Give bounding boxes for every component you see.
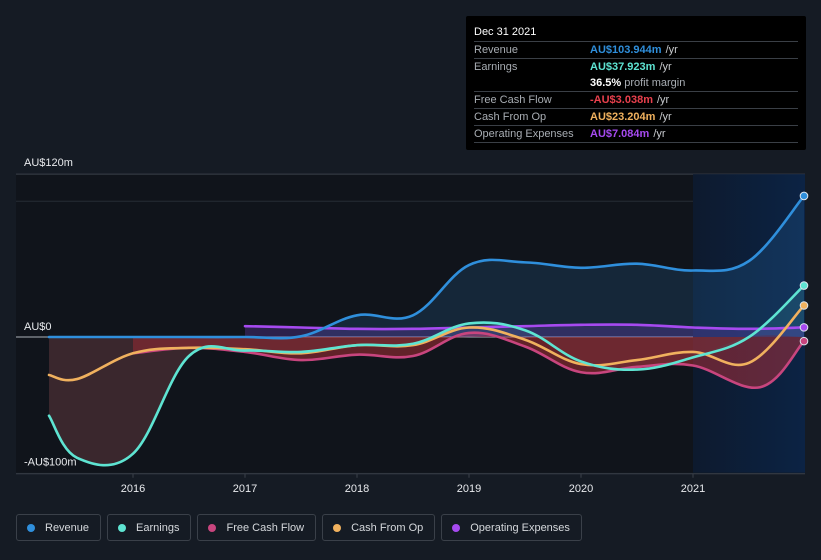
legend-label: Operating Expenses <box>470 521 570 534</box>
tooltip-unit: /yr <box>665 44 678 56</box>
legend-item-earnings[interactable]: Earnings <box>107 514 192 541</box>
tooltip-unit: /yr <box>659 111 672 123</box>
profit-margin-value: 36.5% <box>590 77 622 89</box>
x-tick-label: 2019 <box>457 483 481 495</box>
legend-item-operating-expenses[interactable]: Operating Expenses <box>441 514 582 541</box>
y-tick-label: AU$120m <box>24 157 73 169</box>
legend-dot-icon <box>333 523 342 532</box>
legend-label: Cash From Op <box>351 521 424 534</box>
tooltip-value: AU$103.944m <box>590 44 662 56</box>
legend-label: Earnings <box>136 521 180 534</box>
tooltip-date: Dec 31 2021 <box>474 24 798 42</box>
tooltip-label: Free Cash Flow <box>474 94 552 106</box>
y-tick-label: -AU$100m <box>24 457 77 469</box>
tooltip-unit: /yr <box>659 61 672 73</box>
legend-dot-icon <box>27 523 35 532</box>
legend-dot-icon <box>208 523 217 532</box>
legend-dot-icon <box>118 523 127 532</box>
profit-margin-text: profit margin <box>624 77 686 89</box>
x-tick-label: 2017 <box>233 483 257 495</box>
endpoint-dot-free-cash-flow <box>799 336 809 346</box>
tooltip-row-cfo: Cash From Op AU$23.204m /yr <box>474 109 798 126</box>
endpoint-dot-revenue <box>799 191 809 201</box>
x-tick-label: 2018 <box>345 483 369 495</box>
tooltip-label: Cash From Op <box>474 111 547 123</box>
legend-item-free-cash-flow[interactable]: Free Cash Flow <box>197 514 317 541</box>
tooltip-row-margin: 36.5% profit margin <box>474 75 798 92</box>
legend-label: Free Cash Flow <box>226 521 305 534</box>
tooltip-unit: /yr <box>656 94 670 106</box>
tooltip-label: Earnings <box>474 61 518 73</box>
tooltip-row-opex: Operating Expenses AU$7.084m /yr <box>474 126 798 143</box>
tooltip-value: AU$23.204m <box>590 111 656 123</box>
tooltip-unit: /yr <box>653 128 666 140</box>
tooltip-row-fcf: Free Cash Flow -AU$3.038m /yr <box>474 92 798 109</box>
tooltip-value: AU$7.084m <box>590 128 650 140</box>
tooltip-panel: Dec 31 2021 Revenue AU$103.944m /yr Earn… <box>466 16 806 150</box>
tooltip-row-earnings: Earnings AU$37.923m /yr <box>474 59 798 75</box>
tooltip-value: AU$37.923m <box>590 61 656 73</box>
y-tick-label: AU$0 <box>24 321 52 333</box>
legend: Revenue Earnings Free Cash Flow Cash Fro… <box>16 514 582 541</box>
tooltip-value: -AU$3.038m <box>590 94 653 106</box>
legend-label: Revenue <box>45 521 90 534</box>
tooltip-label: Revenue <box>474 44 519 56</box>
tooltip-label: Operating Expenses <box>474 128 574 140</box>
legend-item-cash-from-op[interactable]: Cash From Op <box>322 514 436 541</box>
legend-dot-icon <box>452 523 461 532</box>
tooltip-label <box>474 75 590 91</box>
x-tick-label: 2020 <box>569 483 593 495</box>
legend-item-revenue[interactable]: Revenue <box>16 514 102 541</box>
tooltip-row-revenue: Revenue AU$103.944m /yr <box>474 42 798 59</box>
x-tick-label: 2016 <box>121 483 145 495</box>
endpoint-dot-cash-from-op <box>799 301 809 310</box>
x-axis-labels: 2016 2017 2018 2019 2020 2021 <box>121 473 705 495</box>
x-tick-label: 2021 <box>681 483 705 495</box>
endpoint-dot-earnings <box>799 281 809 290</box>
endpoint-dot-operating-expenses <box>799 323 809 332</box>
